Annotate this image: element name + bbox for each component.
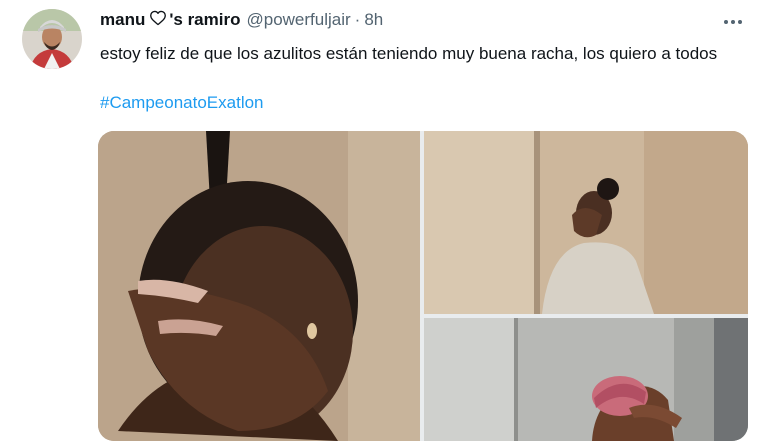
user-handle[interactable]: @powerfuljair bbox=[246, 10, 350, 30]
timestamp[interactable]: 8h bbox=[364, 10, 383, 30]
more-horizontal-icon[interactable] bbox=[720, 12, 746, 32]
display-name[interactable]: manu bbox=[100, 10, 145, 30]
hashtag-link[interactable]: #CampeonatoExatlon bbox=[100, 93, 264, 113]
display-name-suffix[interactable]: 's ramiro bbox=[169, 10, 240, 30]
media-panel-crying-doorway bbox=[424, 131, 748, 314]
media-panel-crying-closeup bbox=[98, 131, 420, 441]
heart-outline-icon bbox=[149, 10, 167, 30]
tweet: manu 's ramiro @powerfuljair · 8h estoy … bbox=[0, 0, 768, 441]
separator-dot: · bbox=[354, 10, 361, 29]
tweet-text: estoy feliz de que los azulitos están te… bbox=[100, 44, 718, 63]
tweet-media[interactable] bbox=[98, 131, 748, 441]
avatar-image bbox=[22, 9, 82, 69]
avatar[interactable] bbox=[22, 9, 82, 69]
tweet-header: manu 's ramiro @powerfuljair · 8h bbox=[100, 10, 383, 34]
media-panel-crying-headwrap bbox=[424, 318, 748, 441]
